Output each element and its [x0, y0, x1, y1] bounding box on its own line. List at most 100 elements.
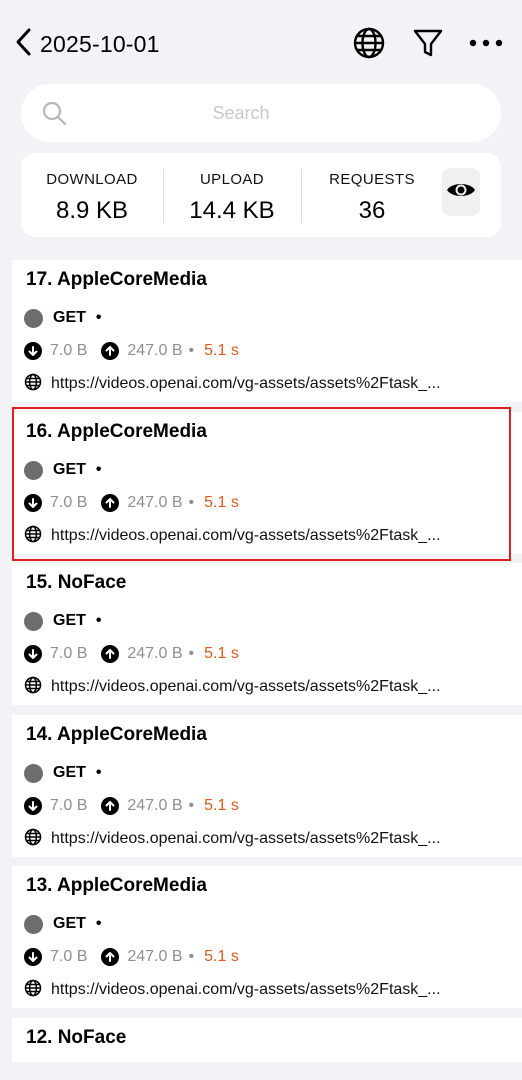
- size-row: 7.0 B 247.0 B • 5.1 s: [24, 794, 239, 818]
- back-button[interactable]: 2025-10-01: [14, 26, 160, 62]
- upload-arrow-icon: [101, 342, 120, 360]
- request-name: 16. AppleCoreMedia: [26, 421, 207, 442]
- size-row: 7.0 B 247.0 B • 5.1 s: [24, 339, 239, 363]
- download-arrow-icon: [24, 948, 42, 966]
- method-separator: •: [95, 461, 102, 478]
- download-size: 7.0 B: [50, 948, 88, 965]
- globe-icon: [24, 373, 42, 396]
- size-row: 7.0 B 247.0 B • 5.1 s: [24, 945, 239, 969]
- method-separator: •: [95, 764, 102, 781]
- search-bar[interactable]: [21, 84, 501, 142]
- size-separator: •: [188, 494, 195, 511]
- upload-size: 247.0 B: [127, 342, 183, 359]
- size-row: 7.0 B 247.0 B • 5.1 s: [24, 491, 239, 515]
- request-method: GET: [53, 461, 86, 478]
- download-size: 7.0 B: [50, 645, 88, 662]
- download-value: 8.9 KB: [55, 197, 129, 224]
- download-arrow-icon: [24, 494, 42, 512]
- request-url: https://videos.openai.com/vg-assets/asse…: [51, 678, 441, 695]
- requests-label: REQUESTS: [329, 171, 415, 188]
- size-separator: •: [188, 797, 195, 814]
- upload-arrow-icon: [101, 797, 120, 815]
- request-name: 12. NoFace: [26, 1027, 127, 1048]
- filter-icon[interactable]: [410, 25, 446, 61]
- request-method: GET: [53, 309, 86, 326]
- upload-arrow-icon: [101, 645, 120, 663]
- url-row: https://videos.openai.com/vg-assets/asse…: [24, 978, 441, 1002]
- upload-size: 247.0 B: [127, 494, 183, 511]
- status-dot-icon: [24, 611, 43, 631]
- upload-value: 14.4 KB: [189, 197, 275, 224]
- upload-size: 247.0 B: [127, 645, 183, 662]
- download-stat: DOWNLOAD 8.9 KB: [21, 153, 163, 237]
- download-arrow-icon: [24, 342, 42, 360]
- request-row[interactable]: 13. AppleCoreMedia GET • 7.0 B 247.0 B •…: [12, 866, 522, 1008]
- download-size: 7.0 B: [50, 797, 88, 814]
- request-row[interactable]: 15. NoFace GET • 7.0 B 247.0 B • 5.1 s h…: [12, 563, 522, 705]
- request-method: GET: [53, 915, 86, 932]
- url-row: https://videos.openai.com/vg-assets/asse…: [24, 675, 441, 699]
- method-row: GET •: [24, 458, 102, 482]
- method-separator: •: [95, 309, 102, 326]
- upload-size: 247.0 B: [127, 797, 183, 814]
- request-name: 14. AppleCoreMedia: [26, 724, 207, 745]
- url-row: https://videos.openai.com/vg-assets/asse…: [24, 827, 441, 851]
- status-dot-icon: [24, 914, 43, 934]
- upload-label: UPLOAD: [199, 171, 265, 188]
- search-input[interactable]: [81, 84, 481, 142]
- back-chevron-icon: [14, 27, 34, 62]
- nav-header: 2025-10-01: [0, 0, 522, 90]
- request-row[interactable]: 16. AppleCoreMedia GET • 7.0 B 247.0 B •…: [12, 412, 522, 554]
- traffic-summary: DOWNLOAD 8.9 KB UPLOAD 14.4 KB REQUESTS …: [21, 153, 501, 237]
- method-row: GET •: [24, 306, 102, 330]
- requests-value: 36: [358, 197, 386, 224]
- visibility-toggle-button[interactable]: [442, 168, 480, 216]
- request-row[interactable]: 17. AppleCoreMedia GET • 7.0 B 247.0 B •…: [12, 260, 522, 402]
- globe-icon: [24, 979, 42, 1002]
- method-row: GET •: [24, 609, 102, 633]
- url-row: https://videos.openai.com/vg-assets/asse…: [24, 524, 441, 548]
- globe-icon: [24, 828, 42, 851]
- request-name: 17. AppleCoreMedia: [26, 269, 207, 290]
- requests-stat: REQUESTS 36: [301, 153, 443, 237]
- upload-stat: UPLOAD 14.4 KB: [163, 153, 301, 237]
- method-separator: •: [95, 612, 102, 629]
- size-separator: •: [188, 645, 195, 662]
- request-name: 13. AppleCoreMedia: [26, 875, 207, 896]
- page-title: 2025-10-01: [40, 30, 160, 57]
- request-url: https://videos.openai.com/vg-assets/asse…: [51, 830, 441, 847]
- request-row[interactable]: 12. NoFace: [12, 1018, 522, 1062]
- request-duration: 5.1 s: [204, 797, 239, 814]
- download-label: DOWNLOAD: [46, 171, 138, 188]
- download-arrow-icon: [24, 645, 42, 663]
- download-size: 7.0 B: [50, 342, 88, 359]
- method-row: GET •: [24, 912, 102, 936]
- more-icon[interactable]: [468, 25, 504, 61]
- download-arrow-icon: [24, 797, 42, 815]
- size-separator: •: [188, 948, 195, 965]
- request-method: GET: [53, 612, 86, 629]
- size-separator: •: [188, 342, 195, 359]
- eye-icon: [446, 180, 476, 205]
- request-name: 15. NoFace: [26, 572, 127, 593]
- status-dot-icon: [24, 763, 43, 783]
- status-dot-icon: [24, 460, 43, 480]
- upload-arrow-icon: [101, 494, 120, 512]
- request-url: https://videos.openai.com/vg-assets/asse…: [51, 981, 441, 998]
- request-url: https://videos.openai.com/vg-assets/asse…: [51, 527, 441, 544]
- status-dot-icon: [24, 308, 43, 328]
- globe-icon: [24, 525, 42, 548]
- request-duration: 5.1 s: [204, 948, 239, 965]
- request-url: https://videos.openai.com/vg-assets/asse…: [51, 375, 441, 392]
- url-row: https://videos.openai.com/vg-assets/asse…: [24, 372, 441, 396]
- request-row[interactable]: 14. AppleCoreMedia GET • 7.0 B 247.0 B •…: [12, 715, 522, 857]
- request-method: GET: [53, 764, 86, 781]
- request-duration: 5.1 s: [204, 494, 239, 511]
- request-duration: 5.1 s: [204, 645, 239, 662]
- download-size: 7.0 B: [50, 494, 88, 511]
- globe-icon: [24, 676, 42, 699]
- globe-icon[interactable]: [351, 25, 387, 61]
- method-separator: •: [95, 915, 102, 932]
- upload-size: 247.0 B: [127, 948, 183, 965]
- upload-arrow-icon: [101, 948, 120, 966]
